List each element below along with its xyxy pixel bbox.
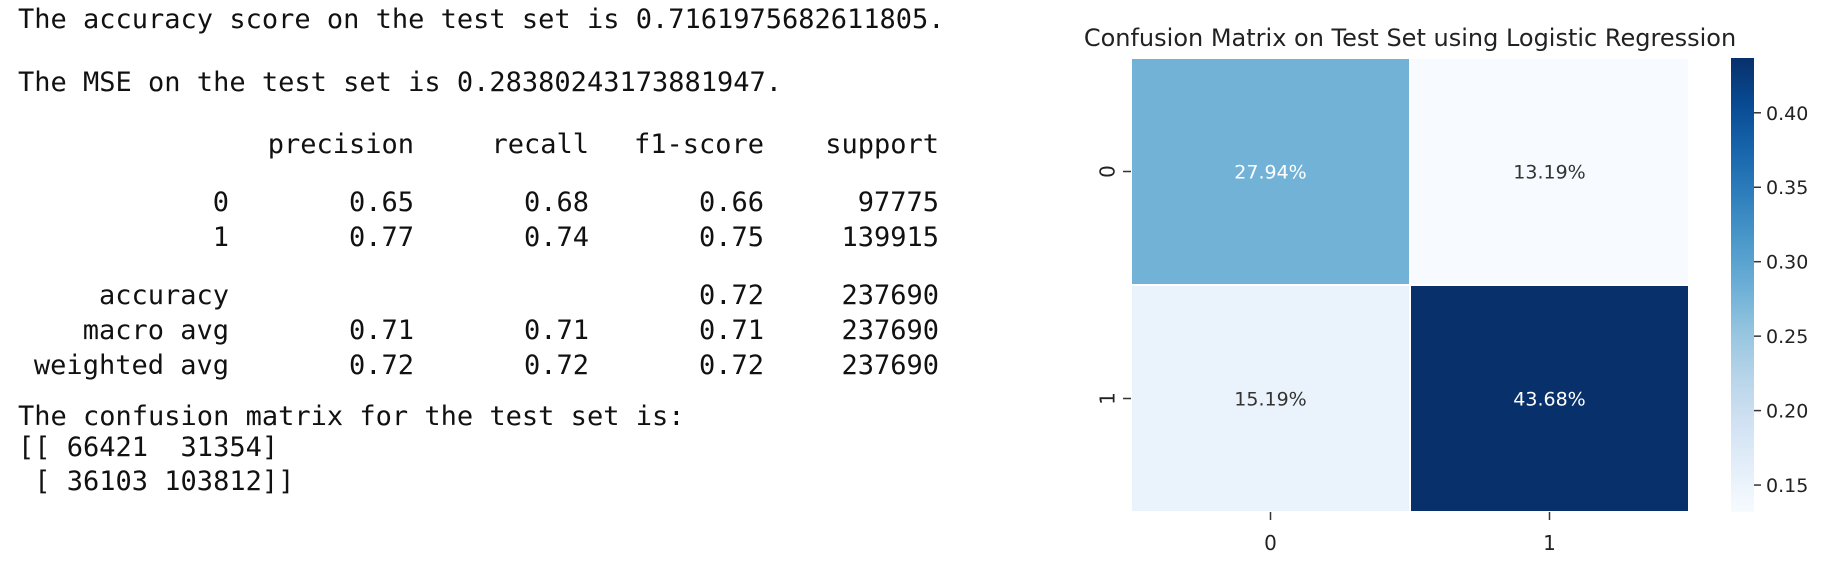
- colorbar-tick-label: 0.30: [1766, 252, 1808, 274]
- report-cell: 0.74: [523, 222, 589, 253]
- report-cell: 237690: [841, 280, 939, 311]
- colorbar: [1731, 58, 1754, 512]
- report-cell: 0: [212, 187, 229, 218]
- report-header-cell: f1-score: [633, 129, 764, 160]
- report-cell: 0.66: [698, 187, 764, 218]
- cell-annotation: 27.94%: [1234, 162, 1306, 184]
- report-cell: 0.72: [523, 350, 589, 381]
- report-header-cell: precision: [267, 129, 414, 160]
- report-cell: macro avg: [82, 315, 229, 346]
- y-tick-label: 1: [1096, 392, 1120, 405]
- report-cell: 0.71: [698, 315, 764, 346]
- cell-annotation: 13.19%: [1513, 162, 1585, 184]
- report-header-cell: support: [825, 129, 939, 160]
- report-cell: 237690: [841, 350, 939, 381]
- report-cell: accuracy: [98, 280, 229, 311]
- mse-output-line: The MSE on the test set is 0.28380243173…: [18, 67, 783, 98]
- report-cell: 237690: [841, 315, 939, 346]
- colorbar-tick-label: 0.35: [1766, 177, 1808, 199]
- x-tick-label: 0: [1264, 531, 1277, 555]
- colorbar-tick-label: 0.40: [1766, 103, 1808, 125]
- report-cell: 0.77: [348, 222, 414, 253]
- chart-title: Confusion Matrix on Test Set using Logis…: [1084, 24, 1736, 52]
- confusion-matrix-row: [[ 66421 31354]: [18, 432, 279, 463]
- report-cell: 1: [212, 222, 229, 253]
- report-cell: 0.71: [348, 315, 414, 346]
- confusion-matrix-label: The confusion matrix for the test set is…: [18, 401, 685, 432]
- report-cell: 0.68: [523, 187, 589, 218]
- report-cell: 0.72: [348, 350, 414, 381]
- colorbar-tick-label: 0.15: [1766, 475, 1808, 497]
- cell-annotation: 43.68%: [1513, 389, 1585, 411]
- report-cell: 0.65: [348, 187, 414, 218]
- report-cell: weighted avg: [33, 350, 229, 381]
- report-cell: 0.72: [698, 350, 764, 381]
- report-cell: 0.75: [698, 222, 764, 253]
- x-tick-label: 1: [1543, 531, 1556, 555]
- confusion-heatmap-chart: Confusion Matrix on Test Set using Logis…: [1084, 24, 1808, 555]
- report-cell: 0.72: [698, 280, 764, 311]
- colorbar-tick-label: 0.25: [1766, 326, 1808, 348]
- report-cell: 97775: [857, 187, 939, 218]
- confusion-matrix-row: [ 36103 103812]]: [18, 466, 295, 497]
- report-cell: 139915: [841, 222, 939, 253]
- colorbar-tick-label: 0.20: [1766, 401, 1808, 423]
- report-cell: 0.71: [523, 315, 589, 346]
- y-tick-label: 0: [1096, 165, 1120, 178]
- accuracy-output-line: The accuracy score on the test set is 0.…: [18, 4, 945, 35]
- report-header-cell: recall: [491, 129, 589, 160]
- cell-annotation: 15.19%: [1234, 389, 1306, 411]
